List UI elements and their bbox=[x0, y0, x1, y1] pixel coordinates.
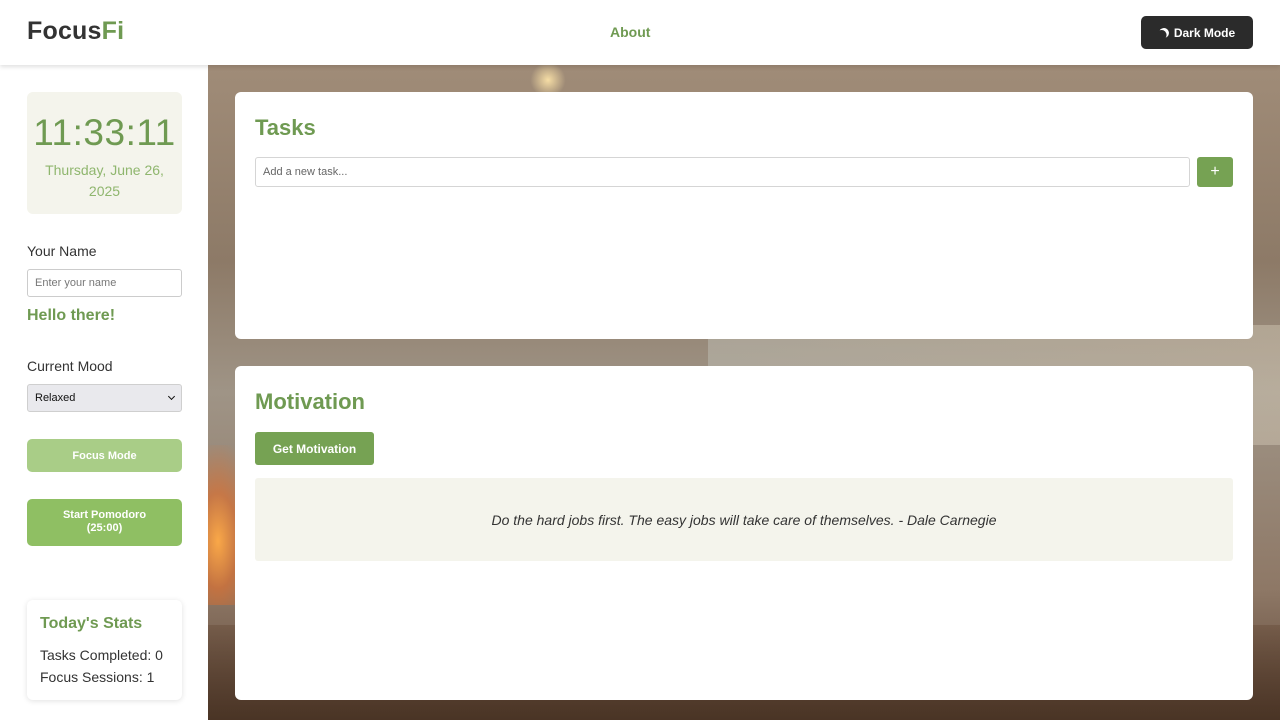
pomodoro-duration: (25:00) bbox=[86, 522, 123, 534]
mood-select[interactable]: Relaxed bbox=[27, 384, 182, 412]
pomodoro-label: Start Pomodoro bbox=[62, 509, 147, 521]
top-header: FocusFi About Dark Mode bbox=[0, 0, 1280, 65]
mood-selected-value: Relaxed bbox=[35, 392, 76, 404]
mood-label: Current Mood bbox=[27, 358, 113, 374]
quote-text: Do the hard jobs first. The easy jobs wi… bbox=[491, 511, 997, 528]
logo-text-focus: Focus bbox=[27, 17, 102, 45]
motivation-card: Motivation Get Motivation Do the hard jo… bbox=[235, 366, 1253, 700]
motivation-title: Motivation bbox=[255, 389, 365, 414]
dark-mode-button[interactable]: Dark Mode bbox=[1141, 16, 1253, 49]
chevron-down-icon bbox=[167, 392, 176, 401]
app-logo[interactable]: FocusFi bbox=[27, 17, 124, 46]
add-task-button[interactable]: + bbox=[1197, 157, 1233, 187]
start-pomodoro-button[interactable]: Start Pomodoro (25:00) bbox=[27, 499, 182, 546]
greeting-text: Hello there! bbox=[27, 307, 116, 324]
sidebar: 11:33:11 Thursday, June 26, 2025 Your Na… bbox=[0, 65, 208, 720]
logo-text-fi: Fi bbox=[101, 17, 125, 45]
plus-icon: + bbox=[1210, 163, 1220, 180]
nav-link-about[interactable]: About bbox=[610, 24, 650, 40]
tasks-card: Tasks Add a new task... + bbox=[235, 92, 1253, 339]
lamp-glow bbox=[528, 65, 568, 95]
quote-box: Do the hard jobs first. The easy jobs wi… bbox=[255, 478, 1233, 561]
name-input[interactable]: Enter your name bbox=[27, 269, 182, 297]
stats-card: Today's Stats Tasks Completed: 0 Focus S… bbox=[27, 600, 182, 700]
stats-title: Today's Stats bbox=[40, 615, 143, 632]
dark-mode-label: Dark Mode bbox=[1173, 25, 1236, 40]
tasks-completed-stat: Tasks Completed: 0 bbox=[40, 647, 163, 663]
clock-date: Thursday, June 26, 2025 bbox=[45, 162, 164, 199]
name-label: Your Name bbox=[27, 243, 97, 259]
new-task-input[interactable]: Add a new task... bbox=[255, 157, 1190, 187]
focus-sessions-stat: Focus Sessions: 1 bbox=[40, 669, 155, 685]
moon-icon bbox=[1157, 26, 1170, 39]
focus-mode-button[interactable]: Focus Mode bbox=[27, 439, 182, 472]
get-motivation-button[interactable]: Get Motivation bbox=[255, 432, 374, 465]
clock-card: 11:33:11 Thursday, June 26, 2025 bbox=[27, 92, 182, 214]
tasks-title: Tasks bbox=[255, 115, 316, 140]
clock-time: 11:33:11 bbox=[33, 112, 176, 153]
